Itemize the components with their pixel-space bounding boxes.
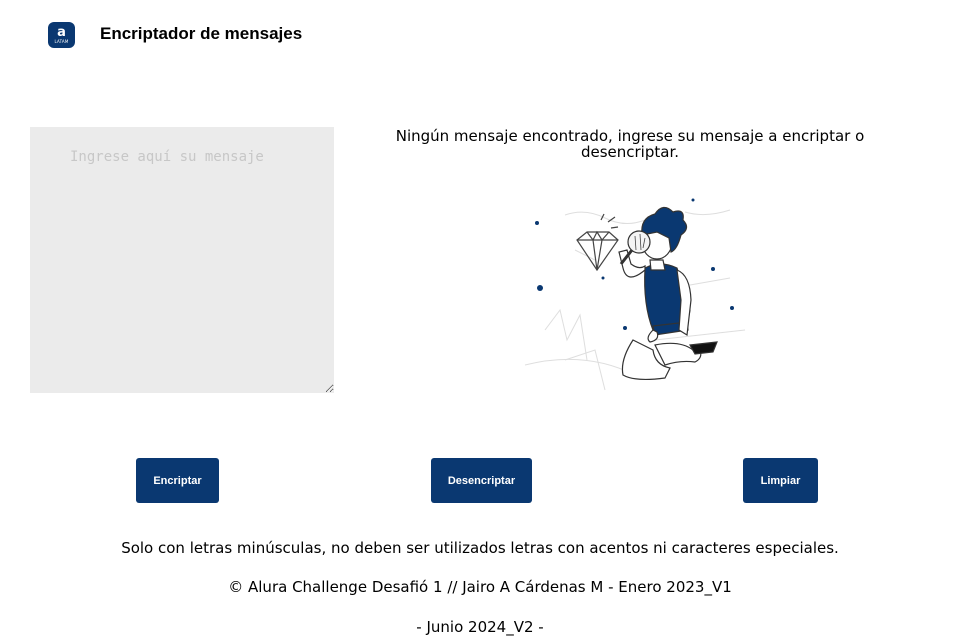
diamond-icon [576, 213, 619, 272]
credits-text: © Alura Challenge Desafió 1 // Jairo A C… [228, 578, 732, 596]
app-title: Encriptador de mensajes [100, 24, 303, 43]
input-rules-text: Solo con letras minúsculas, no deben ser… [121, 539, 839, 557]
decorative-dots [535, 198, 734, 330]
no-message-text: Ningún mensaje encontrado, ingrese su me… [395, 127, 865, 161]
logo-subtext: LATAM [54, 38, 69, 44]
person-with-magnifier-illustration [524, 198, 746, 391]
encrypt-button[interactable]: Encriptar [136, 458, 219, 503]
clear-button[interactable]: Limpiar [743, 458, 818, 503]
decrypt-button[interactable]: Desencriptar [431, 458, 532, 503]
logo-glyph: a [57, 24, 66, 40]
version-text: - Junio 2024_V2 - [416, 618, 544, 636]
message-input[interactable] [30, 127, 334, 393]
alura-logo: a LATAM [48, 22, 75, 48]
person-figure [618, 206, 718, 381]
